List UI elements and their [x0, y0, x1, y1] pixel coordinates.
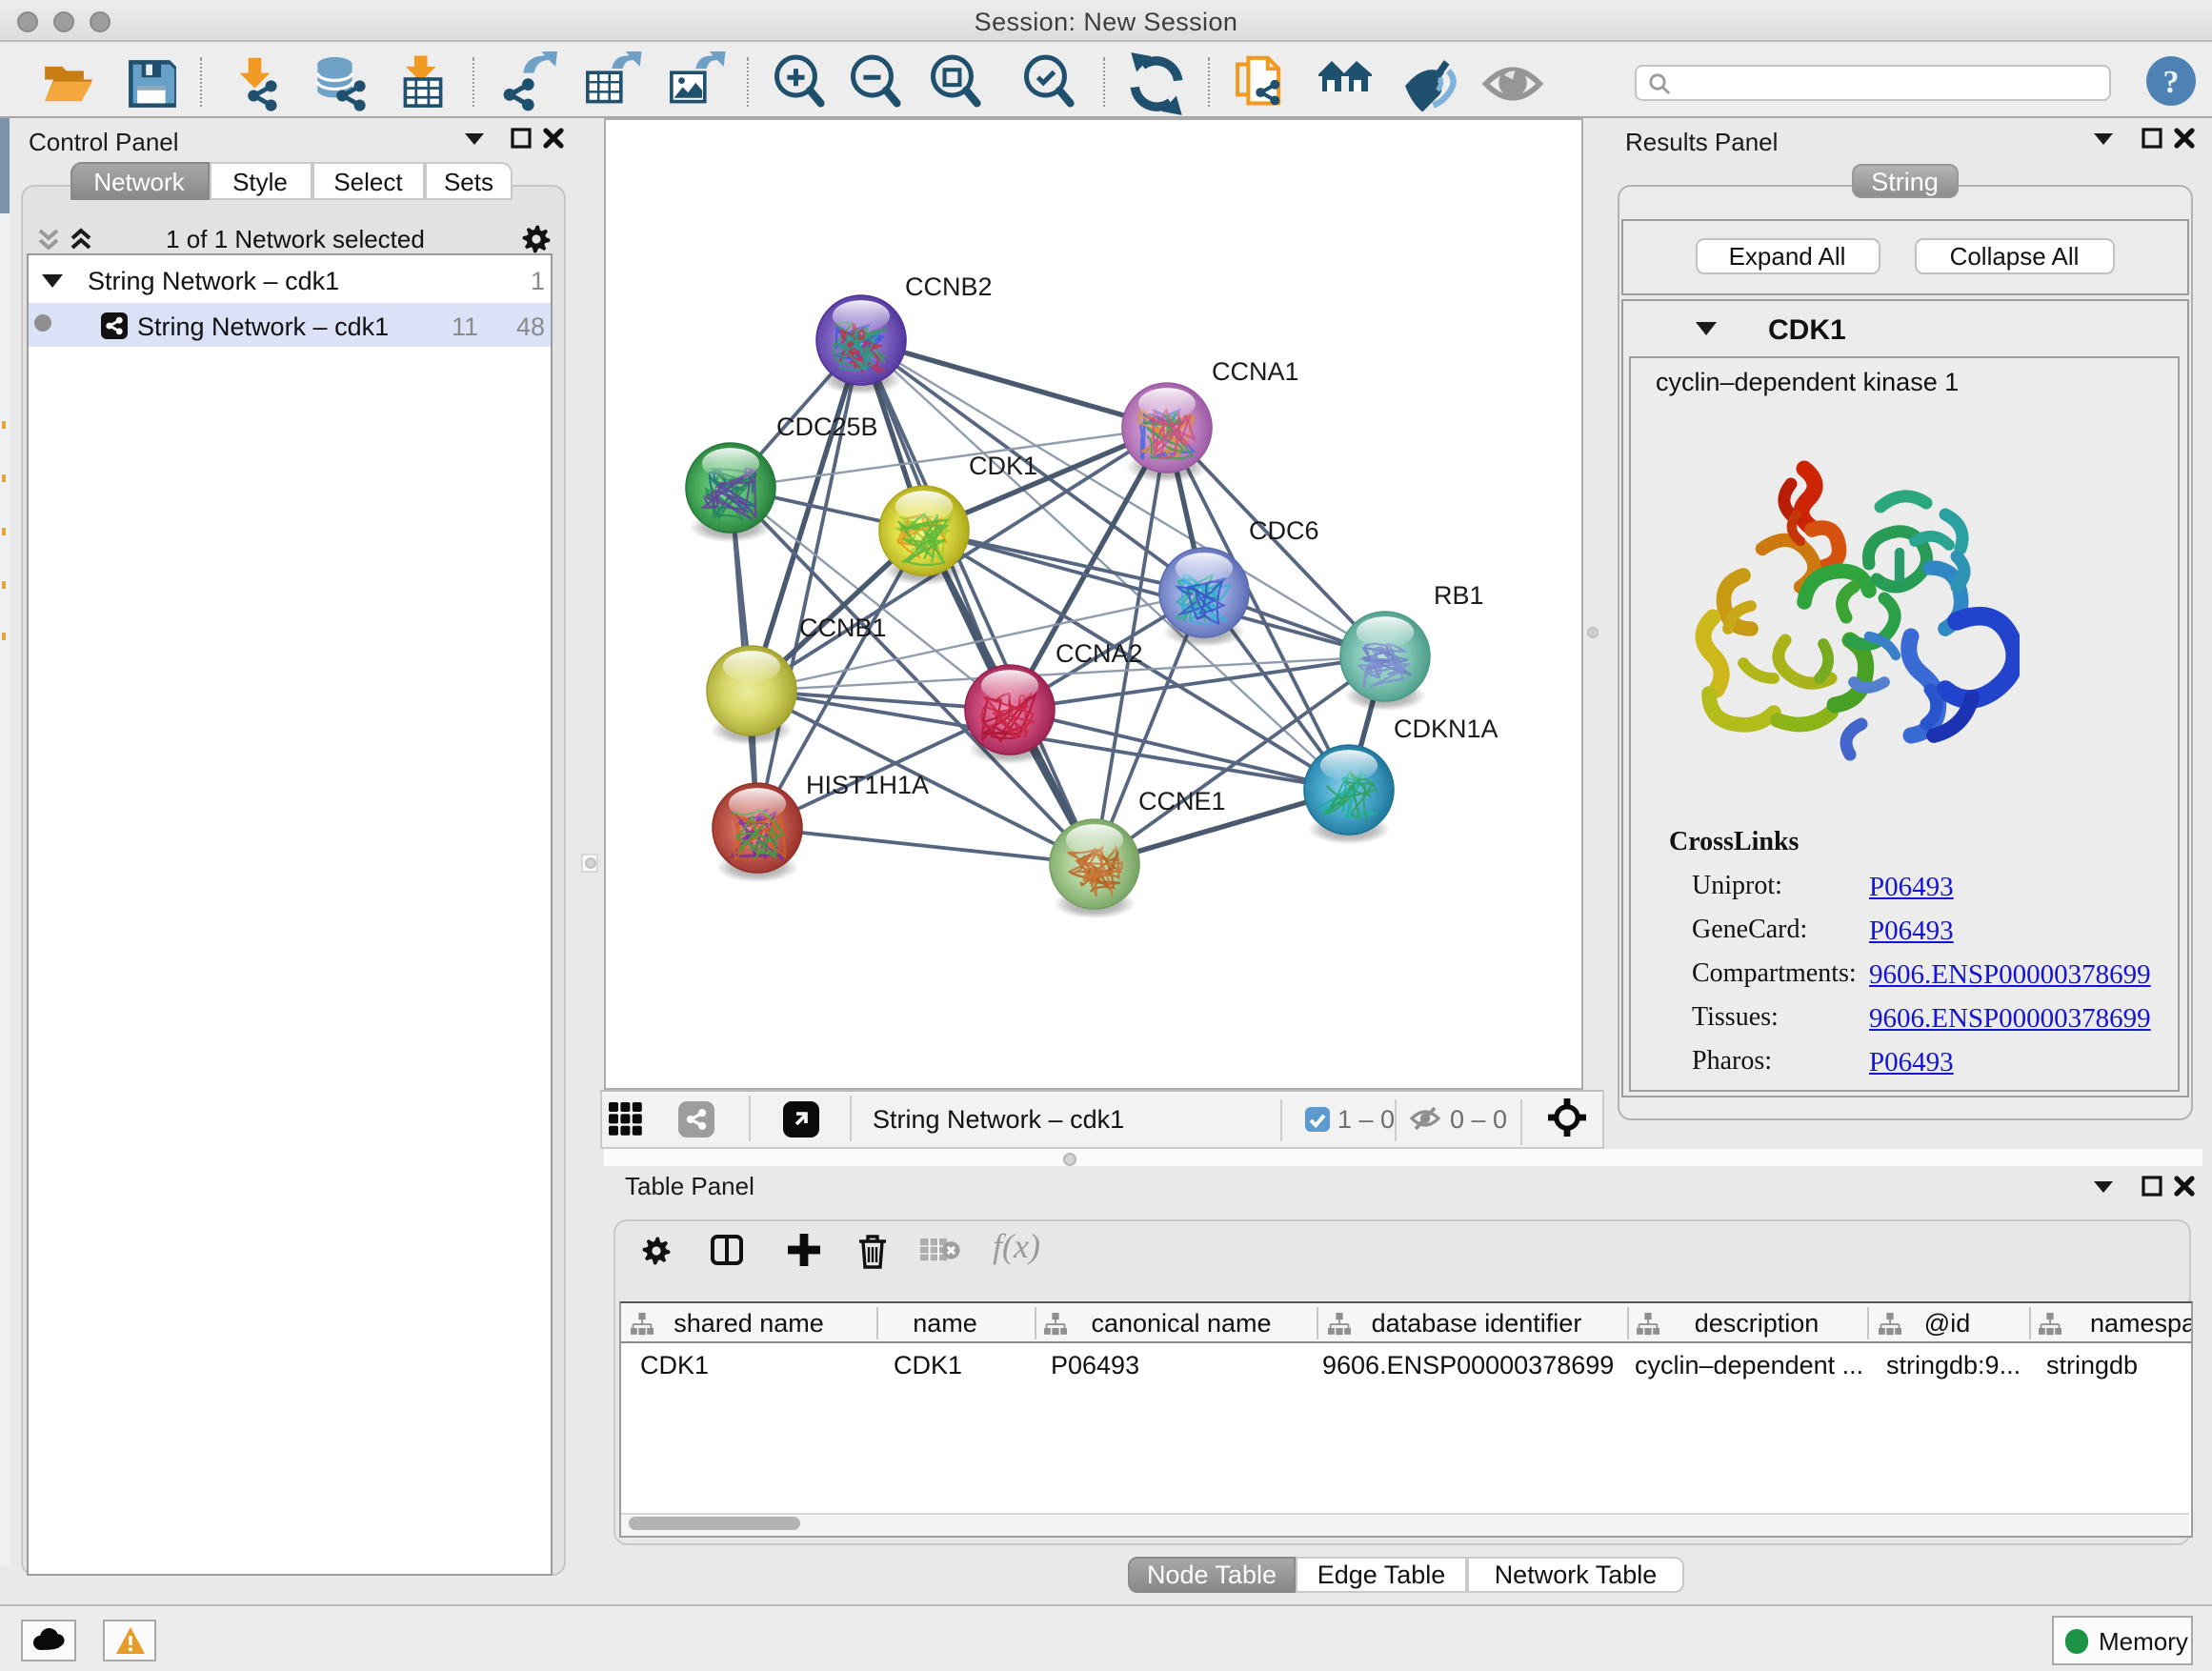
svg-text:CCNA1: CCNA1: [1211, 356, 1298, 385]
svg-text:CCNA2: CCNA2: [1055, 638, 1142, 667]
svg-text:RB1: RB1: [1433, 580, 1483, 609]
svg-text:CDKN1A: CDKN1A: [1393, 714, 1498, 742]
svg-text:CCNE1: CCNE1: [1137, 786, 1225, 815]
svg-text:CDC25B: CDC25B: [775, 412, 877, 440]
svg-text:?: ?: [2163, 65, 2180, 100]
svg-text:CCNB1: CCNB1: [798, 613, 886, 641]
svg-text:HIST1H1A: HIST1H1A: [805, 770, 928, 798]
svg-text:CDK1: CDK1: [968, 451, 1036, 479]
svg-text:CDC6: CDC6: [1248, 515, 1318, 544]
svg-text:CCNB2: CCNB2: [904, 272, 992, 300]
